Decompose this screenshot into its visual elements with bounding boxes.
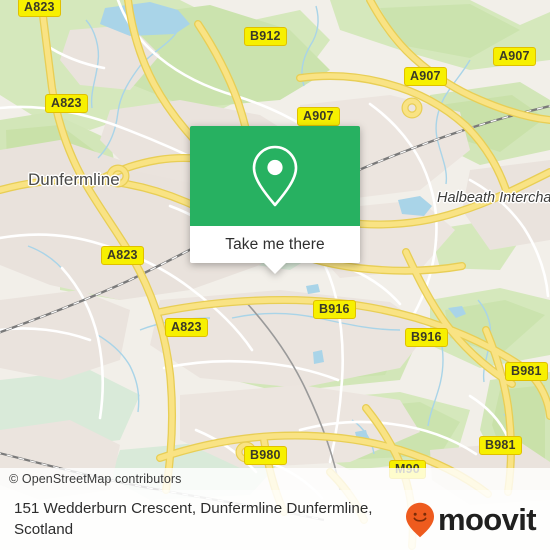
road-shield-b981-2: B981 bbox=[479, 436, 522, 455]
place-label-dunfermline: Dunfermline bbox=[28, 170, 120, 189]
osm-attribution-text: © OpenStreetMap contributors bbox=[9, 472, 182, 486]
address-text: 151 Wedderburn Crescent, Dunfermline Dun… bbox=[14, 500, 373, 538]
moovit-logo[interactable]: moovit bbox=[405, 501, 537, 538]
location-pin-icon bbox=[252, 145, 298, 207]
take-me-there-label: Take me there bbox=[225, 235, 325, 253]
road-shield-a823-4: A823 bbox=[165, 318, 208, 337]
osm-attribution-bar: © OpenStreetMap contributors bbox=[0, 468, 550, 490]
road-shield-b916-1: B916 bbox=[313, 300, 356, 319]
road-shield-a907-1: A907 bbox=[404, 67, 447, 86]
location-callout-card[interactable]: Take me there bbox=[190, 126, 360, 274]
callout-header bbox=[190, 126, 360, 226]
road-shield-a907-3: A907 bbox=[297, 107, 340, 126]
map-share-page: Dunfermline Halbeath Interchange A823 B9… bbox=[0, 0, 550, 550]
moovit-pin-smile-icon bbox=[405, 502, 434, 538]
road-shield-a823-2: A823 bbox=[45, 94, 88, 113]
road-shield-a907-2: A907 bbox=[493, 47, 536, 66]
road-shield-b980: B980 bbox=[244, 446, 287, 465]
road-shield-b916-2: B916 bbox=[405, 328, 448, 347]
moovit-wordmark: moovit bbox=[437, 501, 537, 537]
callout-footer[interactable]: Take me there bbox=[190, 226, 360, 274]
road-shield-a823-3: A823 bbox=[101, 246, 144, 265]
callout-tail bbox=[264, 263, 286, 274]
bottom-info-bar: 151 Wedderburn Crescent, Dunfermline Dun… bbox=[0, 490, 550, 550]
road-shield-a823-1: A823 bbox=[18, 0, 61, 17]
road-shield-b912: B912 bbox=[244, 27, 287, 46]
road-shield-b981-1: B981 bbox=[505, 362, 548, 381]
place-label-halbeath-interchange: Halbeath Interchange bbox=[437, 190, 550, 206]
